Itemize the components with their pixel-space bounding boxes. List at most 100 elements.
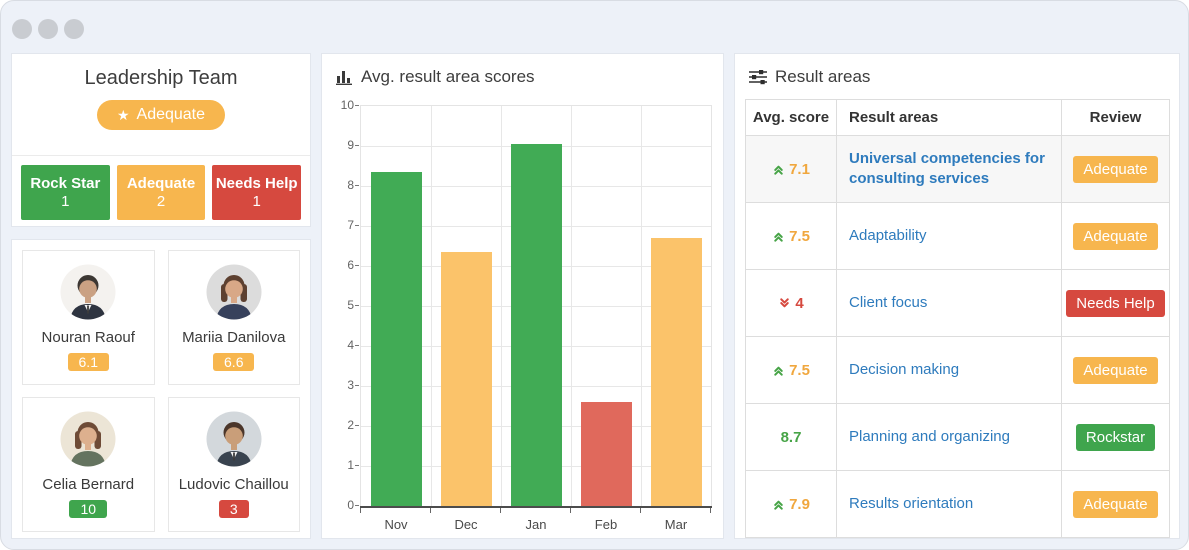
- member-name: Nouran Raouf: [41, 329, 135, 346]
- members-grid: Nouran Raouf 6.1 Mariia Danilova 6.6 Cel…: [22, 250, 300, 532]
- y-tick-label: 7: [347, 218, 354, 232]
- result-area-link[interactable]: Planning and organizing: [849, 428, 1010, 445]
- bar-Dec[interactable]: [440, 252, 492, 506]
- review-badge: Rockstar: [1075, 423, 1156, 451]
- avatar: [206, 411, 262, 467]
- result-areas-panel-title: Result areas: [735, 54, 1179, 87]
- member-card-ludovic-chaillou[interactable]: Ludovic Chaillou 3: [167, 397, 300, 532]
- member-score-badge: 3: [218, 500, 249, 518]
- bar-Feb[interactable]: [580, 402, 632, 506]
- result-areas-panel: Result areas Avg. score Result areas Revie…: [734, 53, 1180, 539]
- counter-label: Adequate: [126, 175, 196, 192]
- table-row: 7.5 Adaptability Adequate: [745, 202, 1170, 270]
- window-dot: [38, 19, 58, 39]
- review-cell: Adequate: [1061, 470, 1170, 538]
- star-icon: ★: [116, 107, 130, 123]
- status-counter-rock-star[interactable]: Rock Star 1: [21, 165, 110, 220]
- table-row: 7.9 Results orientation Adequate: [745, 470, 1170, 538]
- y-tick-label: 5: [347, 298, 354, 312]
- table-row: 8.7 Planning and organizing Rockstar: [745, 403, 1170, 471]
- x-tick-label: Mar: [664, 517, 688, 532]
- table-row: 7.1 Universal competencies for consultin…: [745, 135, 1170, 203]
- team-header: Leadership Team ★ Adequate: [12, 54, 310, 156]
- result-area-link[interactable]: Adaptability: [849, 227, 927, 244]
- review-badge: Adequate: [1073, 222, 1158, 250]
- avg-score-cell: 4: [745, 269, 837, 337]
- counter-value: 2: [156, 193, 166, 210]
- counter-label: Needs Help: [215, 175, 298, 192]
- team-status-counters: Rock Star 1 Adequate 2 Needs Help 1: [12, 156, 310, 229]
- sliders-icon: [749, 70, 767, 85]
- result-area-cell: Client focus: [836, 269, 1062, 337]
- result-area-link[interactable]: Decision making: [849, 361, 959, 378]
- result-area-link[interactable]: Universal competencies for consulting se…: [849, 150, 1045, 187]
- x-tick-label: Dec: [454, 517, 478, 532]
- member-name: Celia Bernard: [42, 476, 135, 493]
- result-area-link[interactable]: Client focus: [849, 294, 927, 311]
- member-name: Mariia Danilova: [182, 329, 286, 346]
- result-area-cell: Planning and organizing: [836, 403, 1062, 471]
- avg-score-cell: 7.1: [745, 135, 837, 203]
- member-card-mariia-danilova[interactable]: Mariia Danilova 6.6: [167, 250, 300, 385]
- window-controls: [12, 19, 84, 39]
- member-name: Ludovic Chaillou: [178, 476, 289, 493]
- y-tick-label: 8: [347, 178, 354, 192]
- x-tick-label: Jan: [525, 517, 547, 532]
- table-header-row: Avg. score Result areas Review: [745, 99, 1170, 136]
- x-tick-label: Feb: [594, 517, 618, 532]
- y-tick-label: 10: [340, 98, 354, 112]
- result-area-cell: Adaptability: [836, 202, 1062, 270]
- bar-Mar[interactable]: [650, 238, 702, 506]
- counter-value: 1: [61, 193, 70, 210]
- review-badge: Adequate: [1073, 155, 1158, 183]
- bar-Nov[interactable]: [370, 172, 422, 506]
- chart-plot-area: [360, 105, 712, 507]
- y-tick-label: 2: [347, 418, 354, 432]
- column-header-review: Review: [1061, 99, 1170, 136]
- result-area-link[interactable]: Results orientation: [849, 495, 973, 512]
- y-tick-label: 9: [347, 138, 354, 152]
- result-area-cell: Decision making: [836, 336, 1062, 404]
- member-score-badge: 6.1: [67, 353, 109, 371]
- trend-down-icon: [780, 297, 790, 307]
- avatar: [60, 411, 116, 467]
- bar-chart-icon: [336, 70, 352, 85]
- table-row: 4 Client focus Needs Help: [745, 269, 1170, 337]
- avatar: [206, 264, 262, 320]
- x-axis-line: [360, 506, 712, 508]
- member-card-nouran-raouf[interactable]: Nouran Raouf 6.1: [22, 250, 155, 385]
- counter-label: Rock Star: [30, 175, 101, 192]
- window-dot: [12, 19, 32, 39]
- team-members-card: Nouran Raouf 6.1 Mariia Danilova 6.6 Cel…: [11, 239, 311, 539]
- status-counter-adequate[interactable]: Adequate 2: [116, 165, 206, 220]
- review-cell: Adequate: [1061, 336, 1170, 404]
- review-cell: Adequate: [1061, 202, 1170, 270]
- review-cell: Rockstar: [1061, 403, 1170, 471]
- trend-up-icon: [774, 500, 783, 510]
- chart-panel-title: Avg. result area scores: [322, 54, 723, 87]
- team-overall-badge: ★ Adequate: [96, 100, 226, 130]
- y-tick-label: 4: [347, 338, 354, 352]
- result-areas-title: Result areas: [775, 67, 871, 86]
- trend-up-icon: [774, 165, 783, 175]
- member-card-celia-bernard[interactable]: Celia Bernard 10: [22, 397, 155, 532]
- team-title: Leadership Team: [84, 67, 238, 89]
- status-counter-needs-help[interactable]: Needs Help 1: [212, 165, 302, 220]
- column-header-result-areas: Result areas: [836, 99, 1062, 136]
- avg-score-cell: 7.9: [745, 470, 837, 538]
- y-tick-label: 3: [347, 378, 354, 392]
- y-tick-label: 0: [347, 498, 354, 512]
- avg-score-cell: 7.5: [745, 202, 837, 270]
- team-overall-label: Adequate: [136, 106, 206, 123]
- result-area-cell: Universal competencies for consulting se…: [836, 135, 1062, 203]
- member-score-badge: 6.6: [213, 353, 255, 371]
- review-badge: Adequate: [1073, 356, 1158, 384]
- result-area-cell: Results orientation: [836, 470, 1062, 538]
- avatar: [60, 264, 116, 320]
- member-score-badge: 10: [69, 500, 108, 518]
- review-badge: Adequate: [1073, 490, 1158, 518]
- y-tick-label: 6: [347, 258, 354, 272]
- chart-panel: Avg. result area scores 0 1 2 3 4 5 6 7 8 9 10 Nov D…: [321, 53, 724, 539]
- bar-Jan[interactable]: [510, 144, 562, 506]
- review-cell: Needs Help: [1061, 269, 1170, 337]
